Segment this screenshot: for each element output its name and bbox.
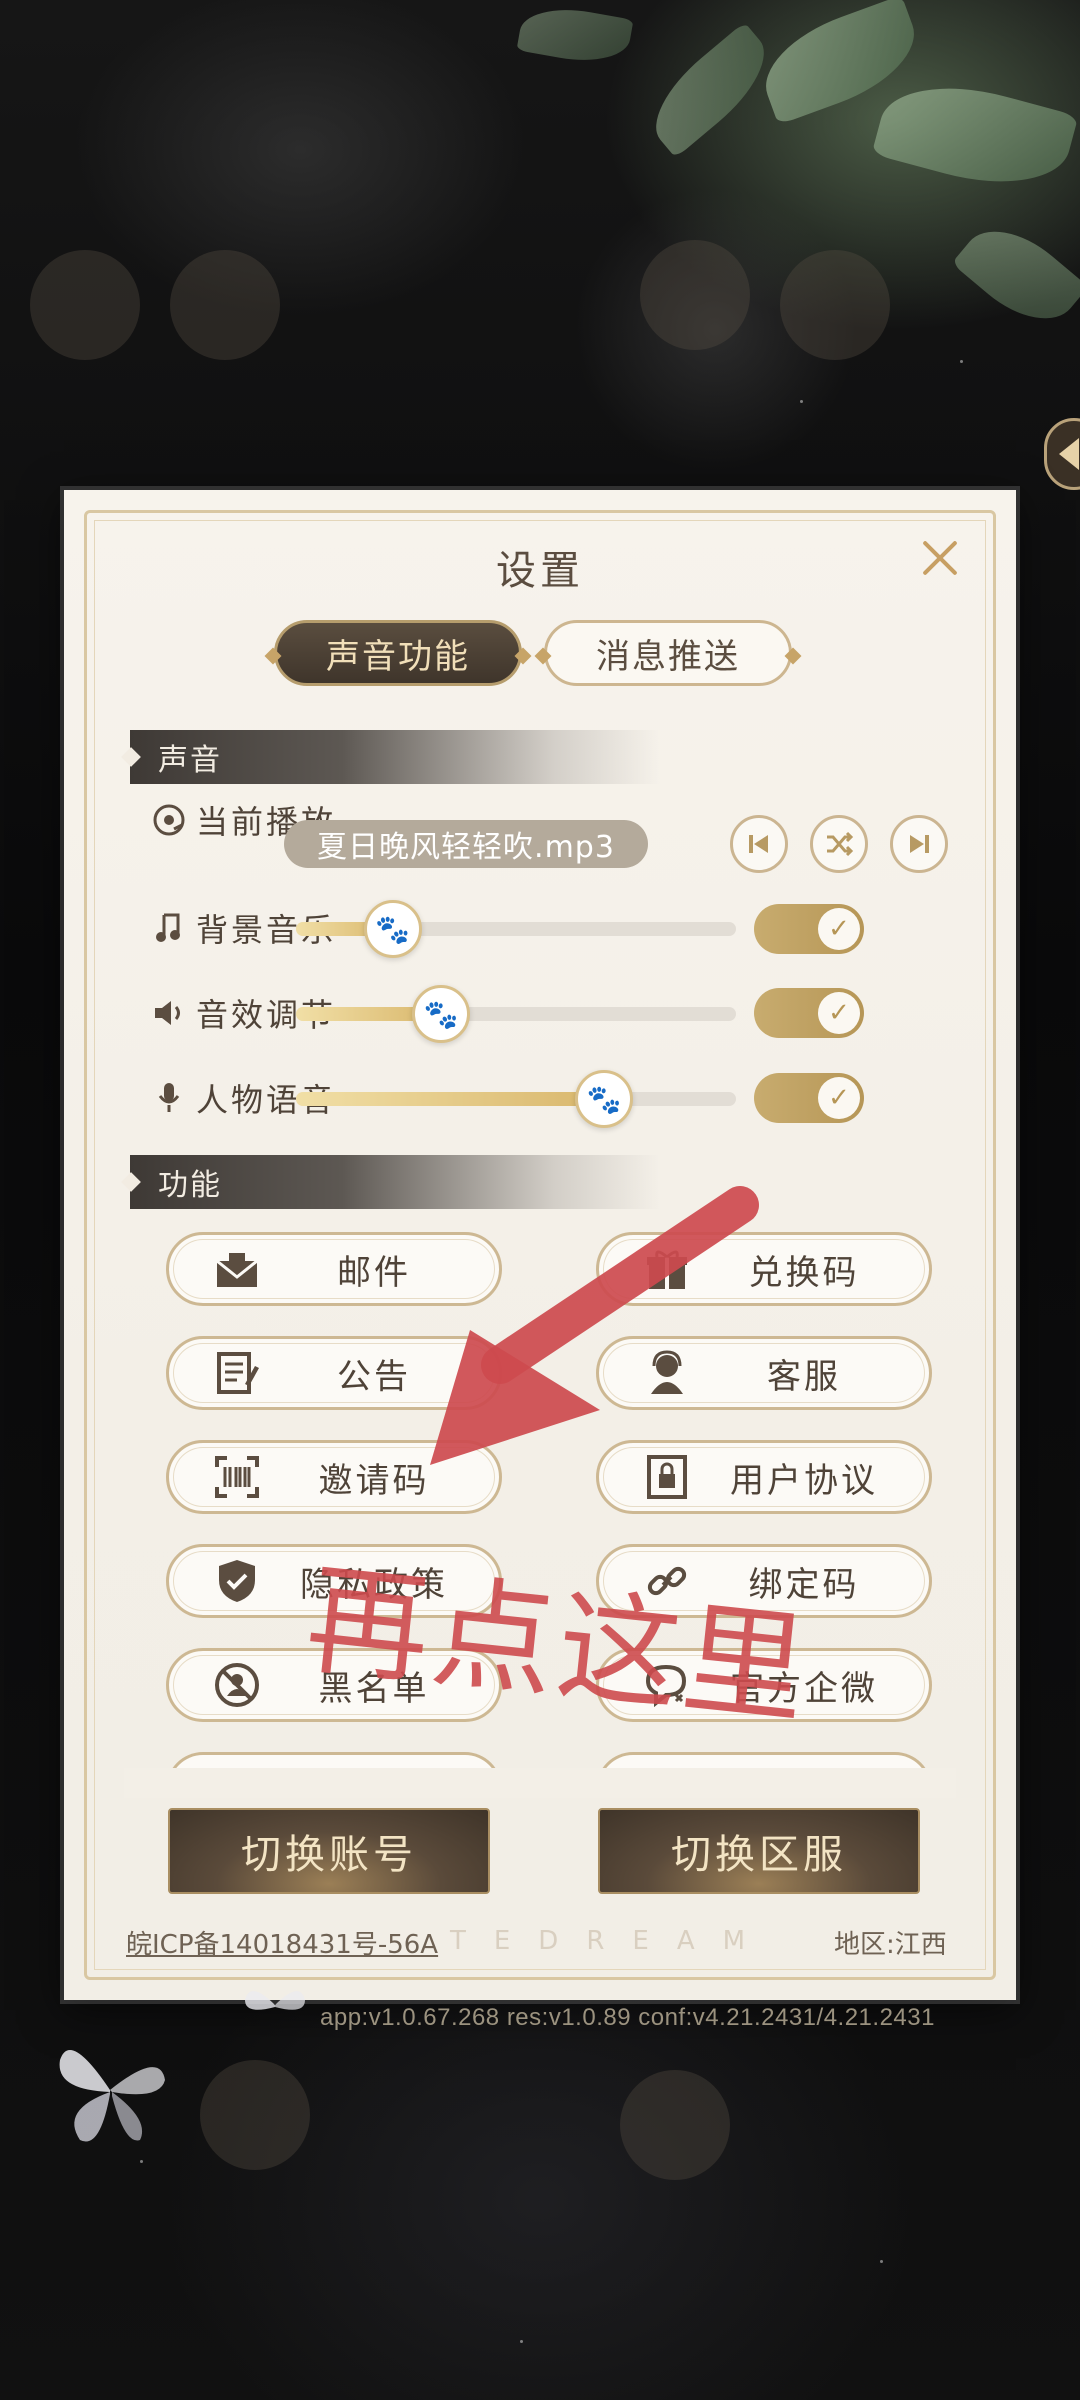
mail-icon xyxy=(213,1245,261,1293)
disc-icon xyxy=(152,803,186,837)
tab-message-push[interactable]: 消息推送 xyxy=(534,620,802,686)
tab-bar: 声音功能 消息推送 xyxy=(264,620,802,686)
voice-toggle[interactable]: ✓ xyxy=(754,1073,864,1123)
close-button[interactable] xyxy=(912,530,968,586)
speaker-icon xyxy=(152,996,186,1030)
shuffle-button[interactable] xyxy=(810,815,868,873)
button-label: 邀请码 xyxy=(318,1460,430,1501)
diamond-icon xyxy=(784,647,802,665)
section-title: 功能 xyxy=(158,1168,222,1203)
button-label: 公告 xyxy=(337,1356,411,1397)
lock-document-icon xyxy=(643,1453,691,1501)
button-label: 用户协议 xyxy=(730,1460,878,1501)
slider-thumb[interactable]: 🐾 xyxy=(575,1070,633,1128)
section-header-functions: 功能 xyxy=(121,1155,660,1209)
support-icon xyxy=(643,1349,691,1397)
paw-icon: 🐾 xyxy=(375,912,411,946)
background-star xyxy=(520,2340,523,2343)
region-label: 地区:江西 xyxy=(834,1930,947,1960)
now-playing-track[interactable]: 夏日晚风轻轻吹.mp3 xyxy=(284,820,648,868)
button-label: 邮件 xyxy=(337,1252,411,1293)
butterfly-icon xyxy=(59,2050,165,2142)
check-icon: ✓ xyxy=(828,1083,850,1113)
background-star xyxy=(960,360,963,363)
version-info: app:v1.0.67.268 res:v1.0.89 conf:v4.21.2… xyxy=(320,2004,935,2031)
button-label: 客服 xyxy=(767,1356,841,1397)
tab-label: 声音功能 xyxy=(326,636,470,677)
tab-label: 消息推送 xyxy=(596,636,740,677)
toggle-knob: ✓ xyxy=(818,1077,860,1119)
background-star xyxy=(800,400,803,403)
previous-icon xyxy=(749,835,768,853)
shuffle-icon xyxy=(827,831,854,857)
tab-sound-functions[interactable]: 声音功能 xyxy=(264,620,532,686)
section-title: 声音 xyxy=(158,743,222,778)
icp-license[interactable]: 皖ICP备14018431号-56A xyxy=(126,1924,438,1961)
barcode-scan-icon xyxy=(213,1453,261,1501)
sfx-volume-slider[interactable]: 🐾 xyxy=(296,985,736,1043)
background-avatar xyxy=(30,250,140,360)
chevron-left-icon xyxy=(1059,438,1079,470)
scroll-fade xyxy=(124,1768,956,1798)
diamond-icon xyxy=(514,647,532,665)
music-note-icon xyxy=(152,911,186,945)
check-icon: ✓ xyxy=(828,998,850,1028)
slider-thumb[interactable]: 🐾 xyxy=(412,985,471,1043)
sfx-toggle[interactable]: ✓ xyxy=(754,988,864,1038)
announcement-button[interactable]: 公告 xyxy=(166,1336,502,1410)
bgm-volume-slider[interactable]: 🐾 xyxy=(296,900,736,958)
user-agreement-button[interactable]: 用户协议 xyxy=(596,1440,932,1514)
slider-fill xyxy=(296,1092,604,1106)
invite-code-button[interactable]: 邀请码 xyxy=(166,1440,502,1514)
mail-button[interactable]: 邮件 xyxy=(166,1232,502,1306)
diamond-icon xyxy=(264,647,282,665)
toggle-knob: ✓ xyxy=(818,992,860,1034)
switch-server-button[interactable]: 切换区服 xyxy=(598,1808,920,1894)
next-track-button[interactable] xyxy=(890,815,948,873)
background-star xyxy=(140,2160,143,2163)
slider-thumb[interactable]: 🐾 xyxy=(363,900,422,958)
toggle-knob: ✓ xyxy=(818,908,860,950)
shield-check-icon xyxy=(213,1557,261,1605)
notice-icon xyxy=(213,1349,261,1397)
diamond-icon xyxy=(534,647,552,665)
previous-track-button[interactable] xyxy=(730,815,788,873)
check-icon: ✓ xyxy=(828,914,850,944)
button-label: 兑换码 xyxy=(748,1252,860,1293)
blocked-user-icon xyxy=(213,1661,261,1709)
background-avatar xyxy=(780,250,890,360)
background-avatar xyxy=(200,2060,310,2170)
butterfly-icon xyxy=(245,1991,305,2010)
background-star xyxy=(880,2260,883,2263)
background-avatar xyxy=(170,250,280,360)
microphone-icon xyxy=(152,1081,186,1115)
customer-service-button[interactable]: 客服 xyxy=(596,1336,932,1410)
background-avatar xyxy=(640,240,750,350)
switch-account-button[interactable]: 切换账号 xyxy=(168,1808,490,1894)
sparkle-icon xyxy=(121,747,141,767)
watermark: TEDREAM xyxy=(450,1926,774,1956)
dialog-title: 设置 xyxy=(496,548,584,594)
paw-icon: 🐾 xyxy=(586,1082,622,1116)
redeem-code-button[interactable]: 兑换码 xyxy=(596,1232,932,1306)
background-avatar xyxy=(620,2070,730,2180)
next-icon xyxy=(910,835,929,853)
gift-icon xyxy=(643,1245,691,1293)
section-header-sound: 声音 xyxy=(121,730,660,784)
voice-volume-slider[interactable]: 🐾 xyxy=(296,1070,736,1128)
paw-icon: 🐾 xyxy=(423,997,459,1031)
bgm-toggle[interactable]: ✓ xyxy=(754,904,864,954)
